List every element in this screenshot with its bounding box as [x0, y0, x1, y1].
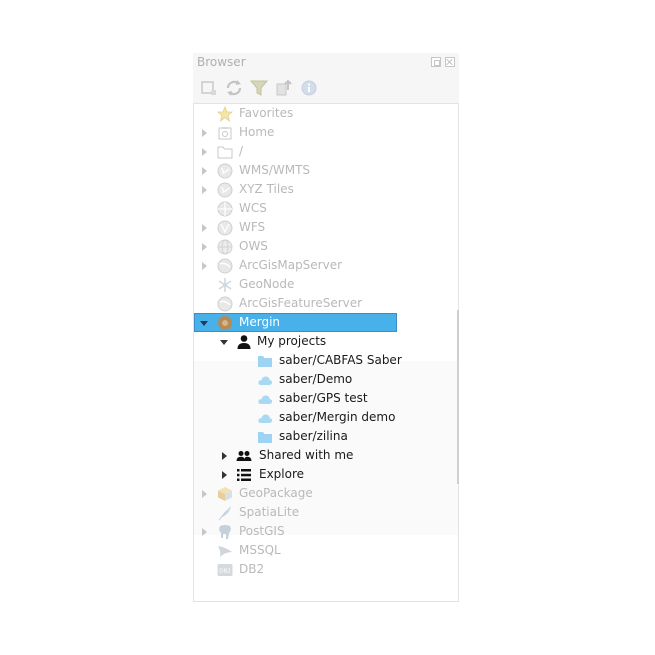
tree-item-geopackage[interactable]: GeoPackage — [194, 484, 458, 503]
tree-item-mergin[interactable]: Mergin — [194, 313, 458, 332]
expand-arrow[interactable] — [202, 262, 207, 270]
tree-item-wfs[interactable]: WFS — [194, 218, 458, 237]
mssql-icon — [217, 543, 233, 559]
tree-item-project[interactable]: saber/Mergin demo — [194, 408, 458, 427]
geonode-icon — [217, 277, 233, 293]
filter-icon[interactable] — [249, 78, 269, 98]
tree-item-geonode[interactable]: GeoNode — [194, 275, 458, 294]
users-icon — [236, 448, 252, 464]
expand-arrow[interactable] — [222, 471, 227, 479]
globe-icon — [217, 201, 233, 217]
tree-item-home[interactable]: Home — [194, 123, 458, 142]
close-panel-button[interactable] — [445, 57, 455, 67]
tree-item-db2[interactable]: DB2 DB2 — [194, 560, 458, 579]
list-icon — [236, 467, 252, 483]
expand-arrow[interactable] — [202, 224, 207, 232]
tree-item-arcgismapserver[interactable]: ArcGisMapServer — [194, 256, 458, 275]
tree-item-xyz-tiles[interactable]: XYZ Tiles — [194, 180, 458, 199]
panel-title: Browser — [197, 55, 246, 69]
tree-item-postgis[interactable]: PostGIS — [194, 522, 458, 541]
expand-arrow[interactable] — [202, 490, 207, 498]
tree-item-project[interactable]: saber/Demo — [194, 370, 458, 389]
tree-item-mssql[interactable]: MSSQL — [194, 541, 458, 560]
expand-arrow[interactable] — [202, 528, 207, 536]
panel-title-bar: Browser — [193, 53, 459, 73]
globe-icon — [217, 220, 233, 236]
cloud-icon — [257, 391, 273, 407]
tree-item-my-projects[interactable]: My projects — [194, 332, 458, 351]
tree-item-favorites[interactable]: Favorites — [194, 104, 458, 123]
globe-icon — [217, 163, 233, 179]
cloud-icon — [257, 372, 273, 388]
globe-icon — [217, 239, 233, 255]
globe-icon — [217, 296, 233, 312]
star-icon — [217, 106, 233, 122]
elephant-icon — [217, 524, 233, 540]
tree-item-spatialite[interactable]: SpatiaLite — [194, 503, 458, 522]
tree-item-arcgisfeatureserver[interactable]: ArcGisFeatureServer — [194, 294, 458, 313]
browser-toolbar — [193, 73, 459, 103]
user-icon — [236, 334, 252, 350]
browser-tree[interactable]: Favorites Home / WMS/WMTS XYZ Tiles WCS … — [193, 103, 459, 602]
expand-arrow[interactable] — [202, 167, 207, 175]
tree-item-wcs[interactable]: WCS — [194, 199, 458, 218]
add-layer-icon[interactable] — [199, 78, 219, 98]
cloud-icon — [257, 410, 273, 426]
home-icon — [217, 125, 233, 141]
folder-icon — [257, 429, 273, 445]
folder-icon — [217, 144, 233, 160]
collapse-all-icon[interactable] — [274, 78, 294, 98]
tree-item-root[interactable]: / — [194, 142, 458, 161]
expand-arrow[interactable] — [202, 243, 207, 251]
svg-text:DB2: DB2 — [219, 569, 231, 575]
feather-icon — [217, 505, 233, 521]
geopackage-icon — [217, 486, 233, 502]
collapse-arrow[interactable] — [200, 321, 208, 326]
mergin-icon — [217, 315, 233, 331]
db2-icon: DB2 — [217, 562, 233, 578]
properties-icon[interactable] — [299, 78, 319, 98]
float-panel-button[interactable] — [431, 57, 441, 67]
tree-item-shared-with-me[interactable]: Shared with me — [194, 446, 458, 465]
expand-arrow[interactable] — [202, 148, 207, 156]
folder-icon — [257, 353, 273, 369]
tree-item-project[interactable]: saber/GPS test — [194, 389, 458, 408]
expand-arrow[interactable] — [202, 129, 207, 137]
tree-scroll-edge — [457, 310, 459, 484]
collapse-arrow[interactable] — [220, 340, 228, 345]
globe-icon — [217, 182, 233, 198]
browser-panel: Browser Favorites Home / WMS/WMTS XYZ Ti… — [193, 53, 459, 602]
tree-item-explore[interactable]: Explore — [194, 465, 458, 484]
globe-icon — [217, 258, 233, 274]
tree-item-project[interactable]: saber/CABFAS Saber — [194, 351, 458, 370]
refresh-icon[interactable] — [224, 78, 244, 98]
tree-item-project[interactable]: saber/zilina — [194, 427, 458, 446]
expand-arrow[interactable] — [222, 452, 227, 460]
tree-item-ows[interactable]: OWS — [194, 237, 458, 256]
expand-arrow[interactable] — [202, 186, 207, 194]
tree-item-wms[interactable]: WMS/WMTS — [194, 161, 458, 180]
